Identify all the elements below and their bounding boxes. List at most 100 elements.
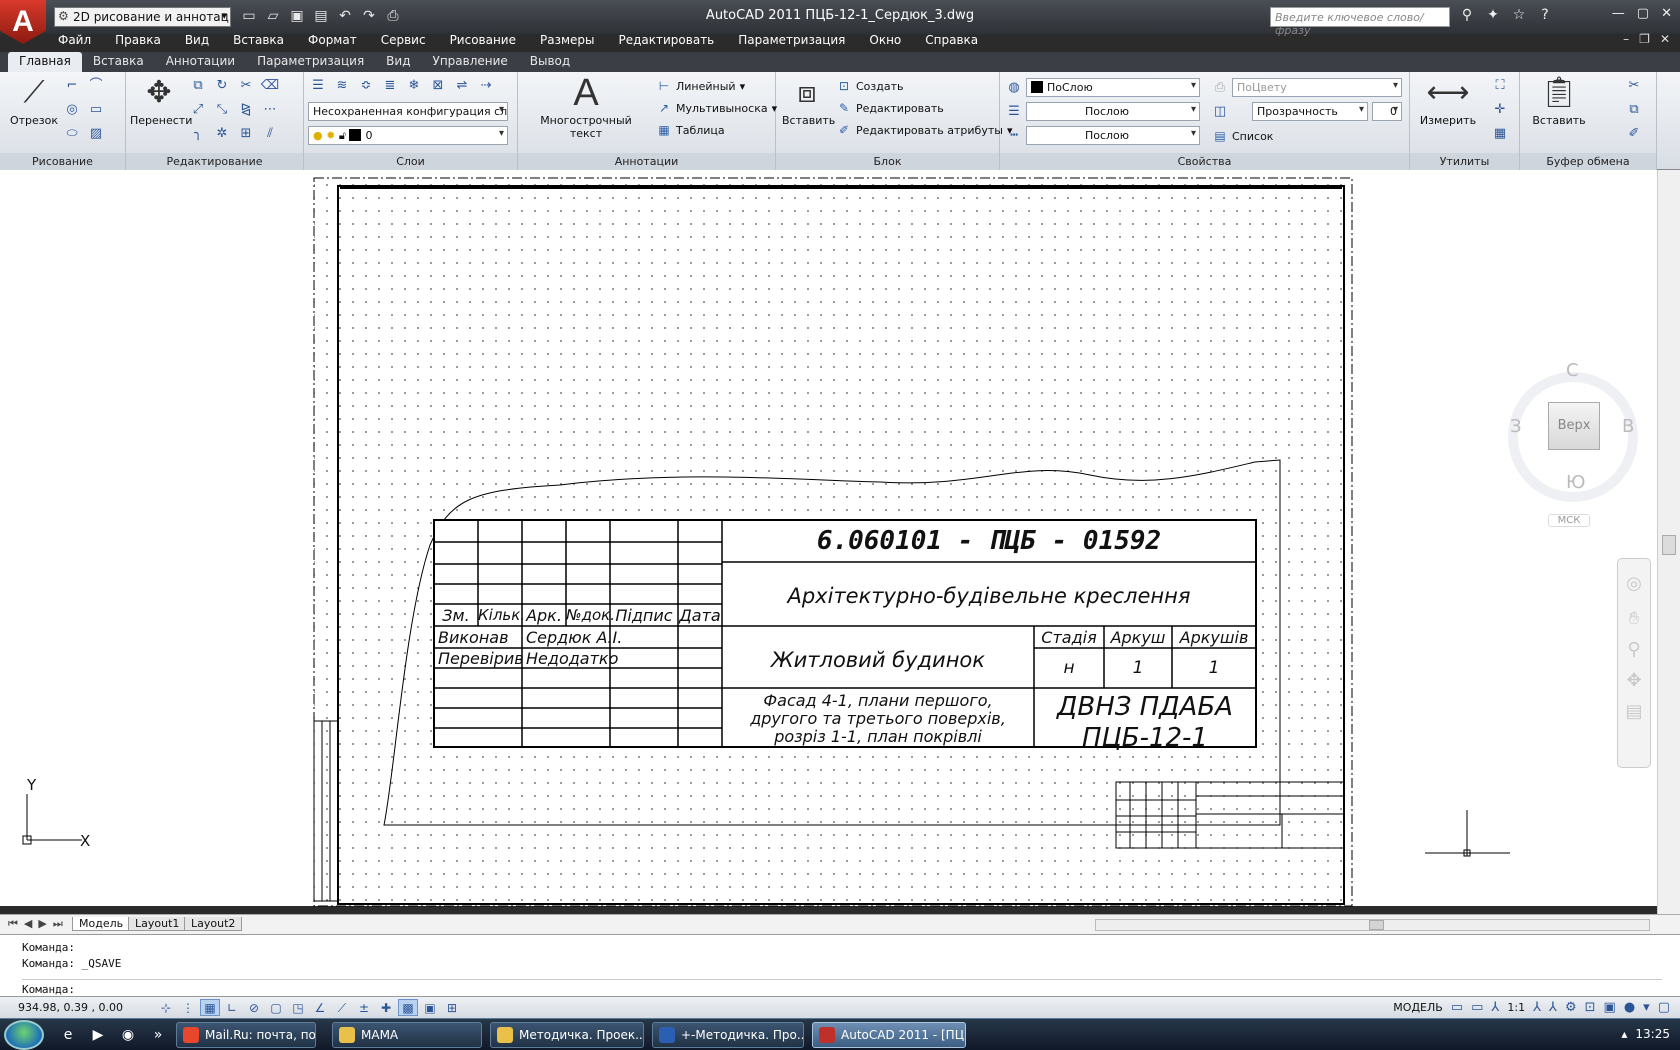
vertical-scroll-thumb[interactable]	[1662, 535, 1676, 555]
lineweight-icon[interactable]: ☰	[1004, 102, 1024, 122]
favorites-icon[interactable]: ☆	[1510, 7, 1528, 23]
mtext-button[interactable]: A Многострочный текст	[526, 74, 646, 140]
layer-lock-icon[interactable]: ⊠	[428, 76, 448, 96]
layer-isolate-icon[interactable]: ≣	[380, 76, 400, 96]
sc-icon[interactable]: ⊞	[442, 999, 462, 1016]
layer-walk-icon[interactable]: ⇢	[476, 76, 496, 96]
otrack-icon[interactable]: ∠	[310, 999, 330, 1016]
command-input[interactable]: Команда:	[22, 979, 1662, 996]
model-space-label[interactable]: МОДЕЛЬ	[1393, 1001, 1443, 1014]
mirror-icon[interactable]: ⧎	[236, 100, 256, 120]
grid-icon[interactable]: ▦	[200, 999, 220, 1016]
doc-restore-icon[interactable]: ❐	[1639, 32, 1650, 46]
transparency-icon[interactable]: ◫	[1210, 102, 1230, 122]
menu-view[interactable]: Вид	[173, 30, 221, 52]
menu-draw[interactable]: Рисование	[438, 30, 528, 52]
offset-icon[interactable]: ⫽	[260, 124, 280, 144]
tab-layout2[interactable]: Layout2	[184, 917, 243, 931]
copy-icon[interactable]: ⧉	[188, 76, 208, 96]
close-icon[interactable]: ✕	[1661, 6, 1672, 21]
chrome-icon[interactable]: ◉	[118, 1025, 138, 1045]
annotation-visibility-icon[interactable]: ⅄	[1533, 1000, 1541, 1015]
quick-select-icon[interactable]: ⛶	[1490, 76, 1510, 96]
dyn-icon[interactable]: ±	[354, 999, 374, 1016]
tab-annotate[interactable]: Аннотации	[155, 52, 246, 72]
list-button[interactable]: ▤ Список	[1212, 128, 1273, 144]
hardware-acceleration-icon[interactable]: ▣	[1604, 1000, 1616, 1015]
lineweight-select[interactable]: Послою	[1026, 126, 1200, 145]
3d-osnap-icon[interactable]: ◳	[288, 999, 308, 1016]
menu-file[interactable]: Файл	[46, 30, 103, 52]
layer-match-icon[interactable]: ⇌	[452, 76, 472, 96]
trim-icon[interactable]: ✂	[236, 76, 256, 96]
viewcube-south[interactable]: Ю	[1566, 472, 1585, 493]
edit-block-button[interactable]: ✎ Редактировать	[836, 100, 944, 116]
zoom-icon[interactable]: ⚲	[1618, 639, 1650, 660]
infer-constraints-icon[interactable]: ⊹	[156, 999, 176, 1016]
viewcube-east[interactable]: В	[1622, 416, 1634, 437]
lock-ui-icon[interactable]: ⊡	[1585, 1000, 1596, 1015]
menu-help[interactable]: Справка	[913, 30, 990, 52]
ducs-icon[interactable]: ⟋	[332, 999, 352, 1016]
polyline-icon[interactable]: ⌐	[62, 76, 82, 96]
polar-icon[interactable]: ⊘	[244, 999, 264, 1016]
panel-clipboard-title[interactable]: Буфер обмена	[1520, 153, 1656, 170]
menu-insert[interactable]: Вставка	[221, 30, 296, 52]
more-icon[interactable]: »	[148, 1025, 168, 1045]
match-properties-icon[interactable]: ✐	[1624, 124, 1644, 144]
isolate-objects-icon[interactable]: ●	[1624, 1000, 1635, 1015]
minimize-icon[interactable]: —	[1612, 6, 1625, 21]
edit-attributes-button[interactable]: ✐ Редактировать атрибуты ▾	[836, 122, 1013, 138]
linetype-icon[interactable]: ┅	[1004, 126, 1024, 146]
snap-icon[interactable]: ⋮	[178, 999, 198, 1016]
layer-state-icon[interactable]: ≋	[332, 76, 352, 96]
layer-freeze-icon[interactable]: ❄	[404, 76, 424, 96]
tab-layout1[interactable]: Layout1	[128, 917, 187, 931]
tab-insert[interactable]: Вставка	[82, 52, 155, 72]
pan-icon[interactable]: ✋︎	[1618, 608, 1650, 629]
mleader-button[interactable]: ↗ Мультивыноска ▾	[656, 100, 777, 116]
tray-expand-icon[interactable]: ▴	[1621, 1027, 1627, 1041]
drawing-canvas[interactable]: 6.060101 - ПЦБ - 01592 Архітектурно-буді…	[0, 170, 1680, 907]
horizontal-scrollbar[interactable]	[1095, 919, 1650, 931]
color-select[interactable]: ПоСлою	[1026, 78, 1200, 97]
tab-manage[interactable]: Управление	[422, 52, 519, 72]
scale-icon[interactable]: ⤡	[212, 100, 232, 120]
viewcube[interactable]: Верх С Ю З В МСК	[1508, 360, 1638, 527]
tab-home[interactable]: Главная	[8, 52, 82, 72]
start-button[interactable]	[4, 1020, 44, 1050]
panel-annotation-title[interactable]: Аннотации	[518, 153, 775, 170]
horizontal-scroll-thumb[interactable]	[1369, 920, 1384, 930]
layer-select[interactable]: ● ✹ 🔓︎ 0	[308, 126, 508, 145]
task-word-doc[interactable]: +-Методичка. Про...	[652, 1022, 804, 1048]
insert-block-button[interactable]: ⧈ Вставить	[782, 76, 835, 128]
id-point-icon[interactable]: ✛	[1490, 100, 1510, 120]
autoscale-icon[interactable]: ⅄	[1549, 1000, 1557, 1015]
layout-tab-navigation[interactable]: ⏮◀▶⏭	[8, 917, 69, 931]
copy-clip-icon[interactable]: ⧉	[1624, 100, 1644, 120]
media-icon[interactable]: ▶	[88, 1025, 108, 1045]
menu-format[interactable]: Формат	[296, 30, 369, 52]
quick-view-layouts-icon[interactable]: ▭	[1451, 1000, 1463, 1015]
panel-block-title[interactable]: Блок	[776, 153, 999, 170]
ortho-icon[interactable]: ∟	[222, 999, 242, 1016]
line-button[interactable]: ⟋ Отрезок	[8, 76, 60, 128]
ellipse-icon[interactable]: ⬭	[62, 124, 82, 144]
fillet-icon[interactable]: ╮	[188, 124, 208, 144]
viewcube-north[interactable]: С	[1566, 360, 1579, 381]
menu-dimensions[interactable]: Размеры	[528, 30, 607, 52]
cut-icon[interactable]: ✂	[1624, 76, 1644, 96]
panel-properties-title[interactable]: Свойства	[1000, 153, 1409, 170]
lweight-icon[interactable]: ✚	[376, 999, 396, 1016]
hatch-icon[interactable]: ▨	[86, 124, 106, 144]
tab-view[interactable]: Вид	[375, 52, 421, 72]
menu-window[interactable]: Окно	[857, 30, 913, 52]
layer-off-icon[interactable]: ≎	[356, 76, 376, 96]
task-folder-mama[interactable]: МАМА	[332, 1022, 482, 1048]
menu-modify[interactable]: Редактировать	[607, 30, 727, 52]
osnap-icon[interactable]: ▢	[266, 999, 286, 1016]
panel-utilities-title[interactable]: Утилиты	[1410, 153, 1519, 170]
transparency-input[interactable]: 0	[1372, 102, 1402, 121]
paste-button[interactable]: 📋︎ Вставить	[1526, 76, 1592, 128]
annotation-scale-icon[interactable]: ⅄	[1491, 1000, 1499, 1015]
